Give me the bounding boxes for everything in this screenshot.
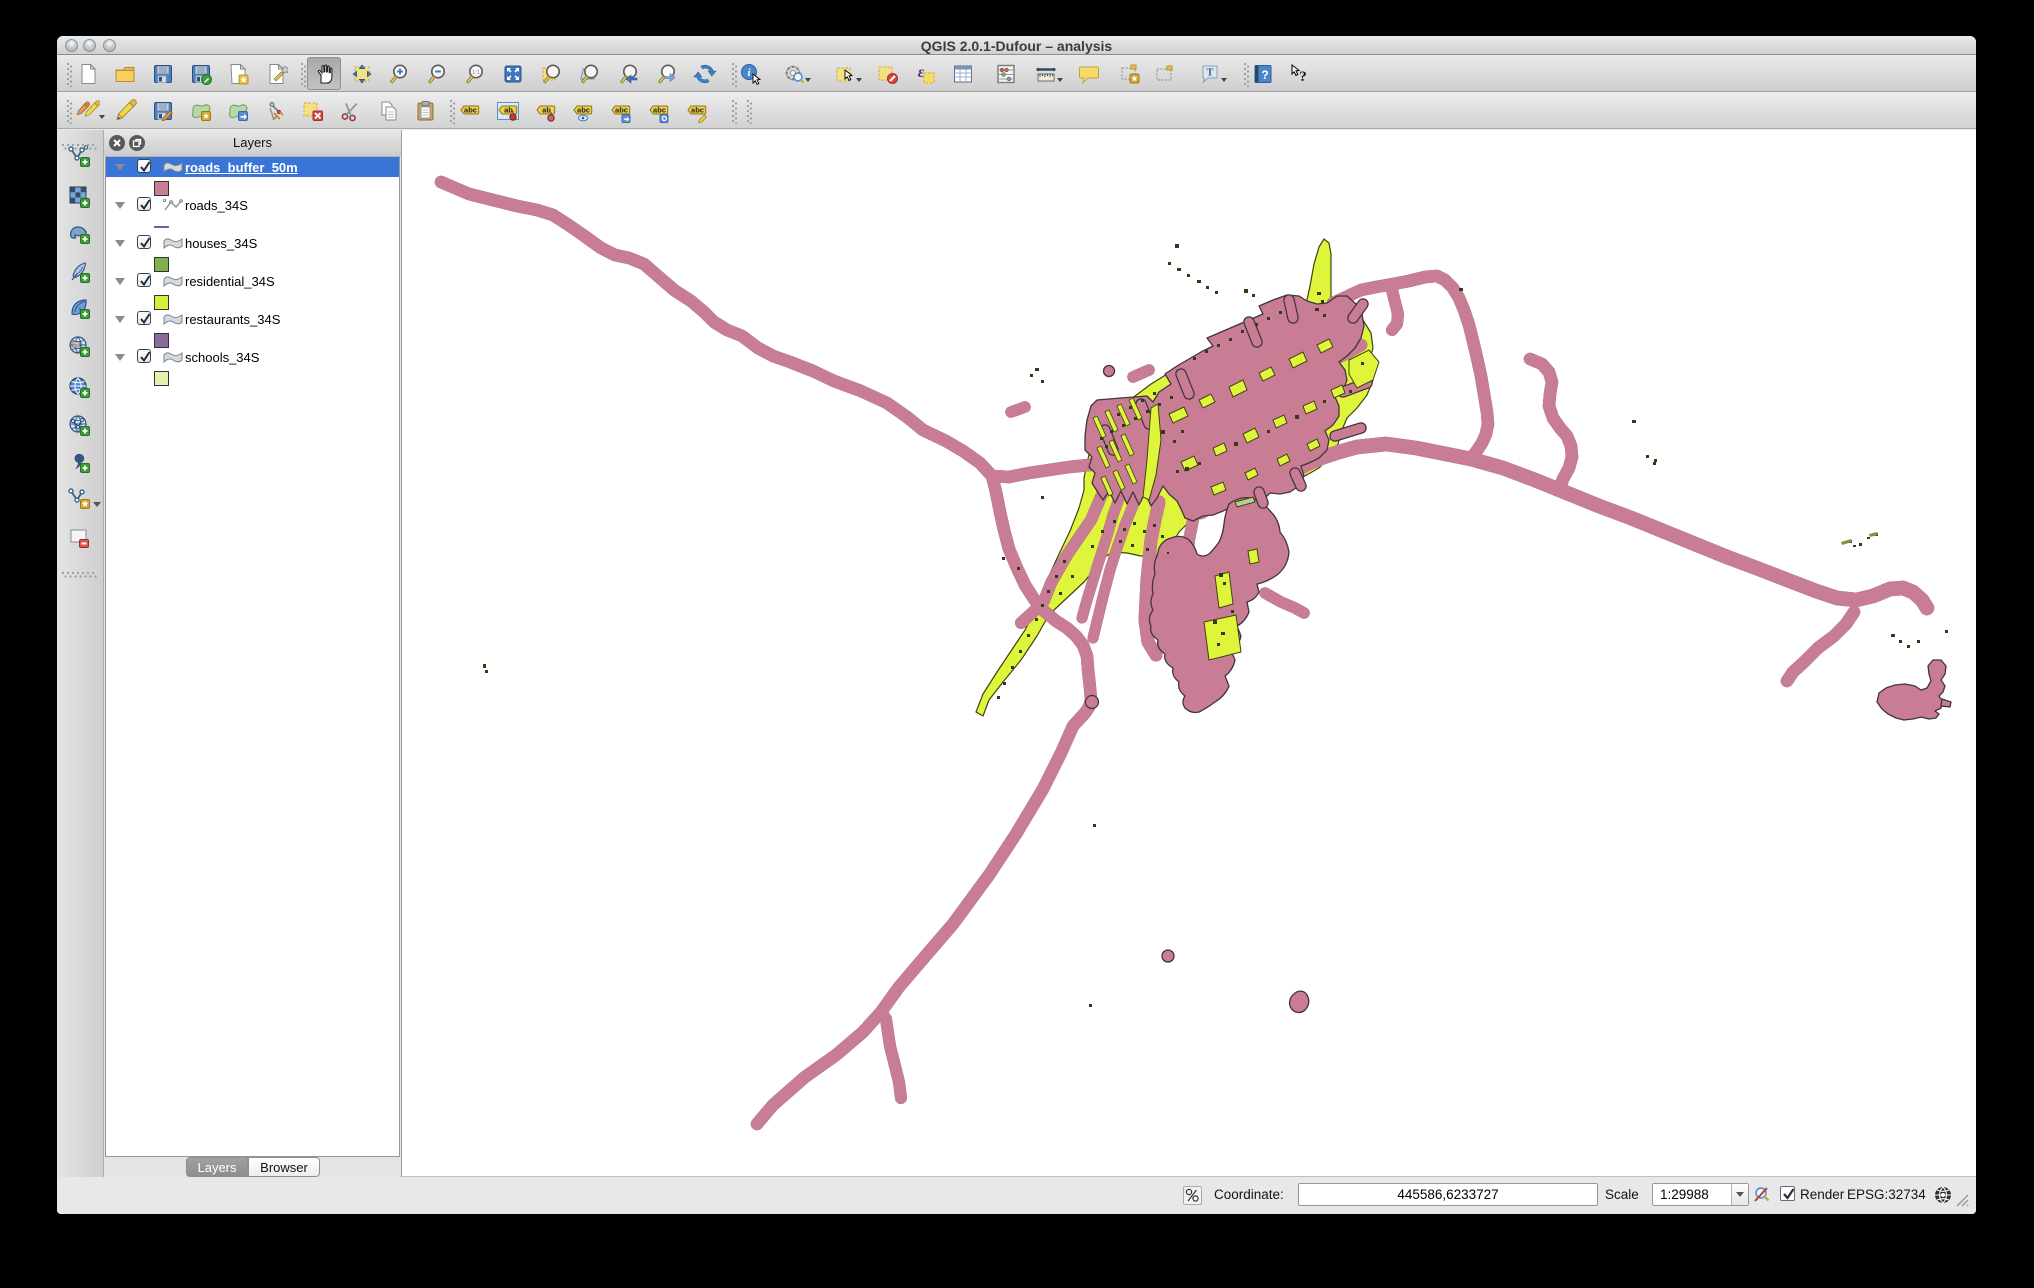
svg-text:WMS: WMS bbox=[72, 343, 81, 347]
svg-text:abc: abc bbox=[464, 106, 477, 115]
svg-text:ab: ab bbox=[504, 106, 513, 115]
svg-text:1:1: 1:1 bbox=[472, 70, 480, 76]
svg-text:abc: abc bbox=[691, 106, 704, 115]
svg-text:abc: abc bbox=[653, 106, 666, 115]
svg-text:?: ? bbox=[1299, 69, 1307, 85]
svg-text:T: T bbox=[1207, 68, 1214, 79]
svg-text:abc: abc bbox=[615, 106, 628, 115]
svg-text:abc: abc bbox=[577, 106, 590, 115]
svg-text:?: ? bbox=[1261, 68, 1268, 82]
svg-text:ε: ε bbox=[918, 64, 925, 81]
svg-text:ab: ab bbox=[542, 106, 551, 115]
